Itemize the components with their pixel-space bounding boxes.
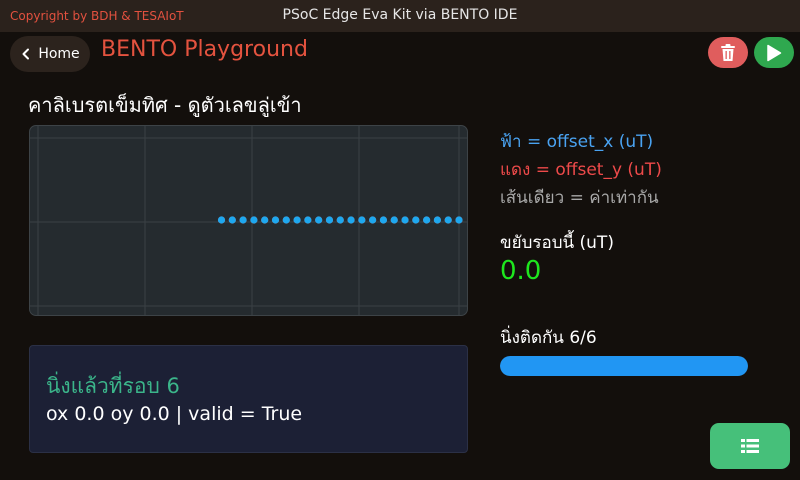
top-bar: Copyright by BDH & TESAIoT PSoC Edge Eva… — [0, 0, 800, 32]
home-button-label: Home — [38, 46, 80, 62]
status-detail: ox 0.0 oy 0.0 | valid = True — [46, 403, 303, 425]
delete-button[interactable] — [708, 37, 748, 68]
app-title: PSoC Edge Eva Kit via BENTO IDE — [282, 7, 518, 23]
still-progress-bar — [500, 356, 748, 376]
legend-offset-x: ฟ้า = offset_x (uT) — [500, 132, 654, 152]
data-point-offset-x — [379, 216, 388, 224]
data-point-offset-x — [455, 216, 463, 224]
data-point-offset-x — [293, 216, 301, 224]
data-point-offset-x — [336, 216, 344, 224]
data-point-offset-x — [358, 216, 366, 224]
data-point-offset-x — [347, 216, 355, 224]
status-title: นิ่งแล้วที่รอบ 6 — [46, 374, 180, 398]
data-point-offset-x — [228, 216, 236, 224]
data-point-offset-x — [444, 216, 452, 224]
data-point-offset-x — [315, 216, 323, 224]
chevron-left-icon — [22, 48, 30, 60]
offset-chart — [29, 125, 468, 316]
data-point-offset-x — [239, 216, 247, 224]
legend-offset-y: แดง = offset_y (uT) — [500, 160, 662, 180]
status-card: นิ่งแล้วที่รอบ 6 ox 0.0 oy 0.0 | valid =… — [29, 345, 468, 453]
delta-label: ขยับรอบนี้ (uT) — [500, 233, 614, 253]
data-point-offset-x — [423, 216, 431, 224]
delta-value: 0.0 — [500, 256, 542, 286]
data-point-offset-x — [282, 216, 290, 224]
data-point-offset-x — [250, 216, 258, 224]
data-point-offset-x — [401, 216, 409, 224]
data-point-offset-x — [217, 216, 226, 224]
run-button[interactable] — [754, 37, 794, 68]
list-button[interactable] — [710, 423, 790, 469]
page-title: BENTO Playground — [101, 37, 308, 62]
data-point-offset-x — [261, 216, 269, 224]
legend-equal: เส้นเดียว = ค่าเท่ากัน — [500, 188, 659, 208]
offset-chart-svg — [30, 126, 467, 315]
data-point-offset-x — [390, 216, 398, 224]
data-point-offset-x — [412, 216, 420, 224]
still-count-label: นิ่งติดกัน 6/6 — [500, 328, 597, 348]
play-icon — [767, 44, 782, 61]
data-point-offset-x — [369, 216, 377, 224]
list-icon — [741, 439, 759, 453]
data-point-offset-x — [325, 216, 334, 224]
data-point-offset-x — [271, 216, 280, 224]
home-button[interactable]: Home — [10, 36, 90, 72]
data-point-offset-x — [433, 216, 442, 224]
calibration-heading: คาลิเบรตเข็มทิศ - ดูตัวเลขลู่เข้า — [28, 93, 302, 117]
still-progress-fill — [500, 356, 748, 376]
data-point-offset-x — [304, 216, 312, 224]
trash-icon — [721, 43, 735, 61]
